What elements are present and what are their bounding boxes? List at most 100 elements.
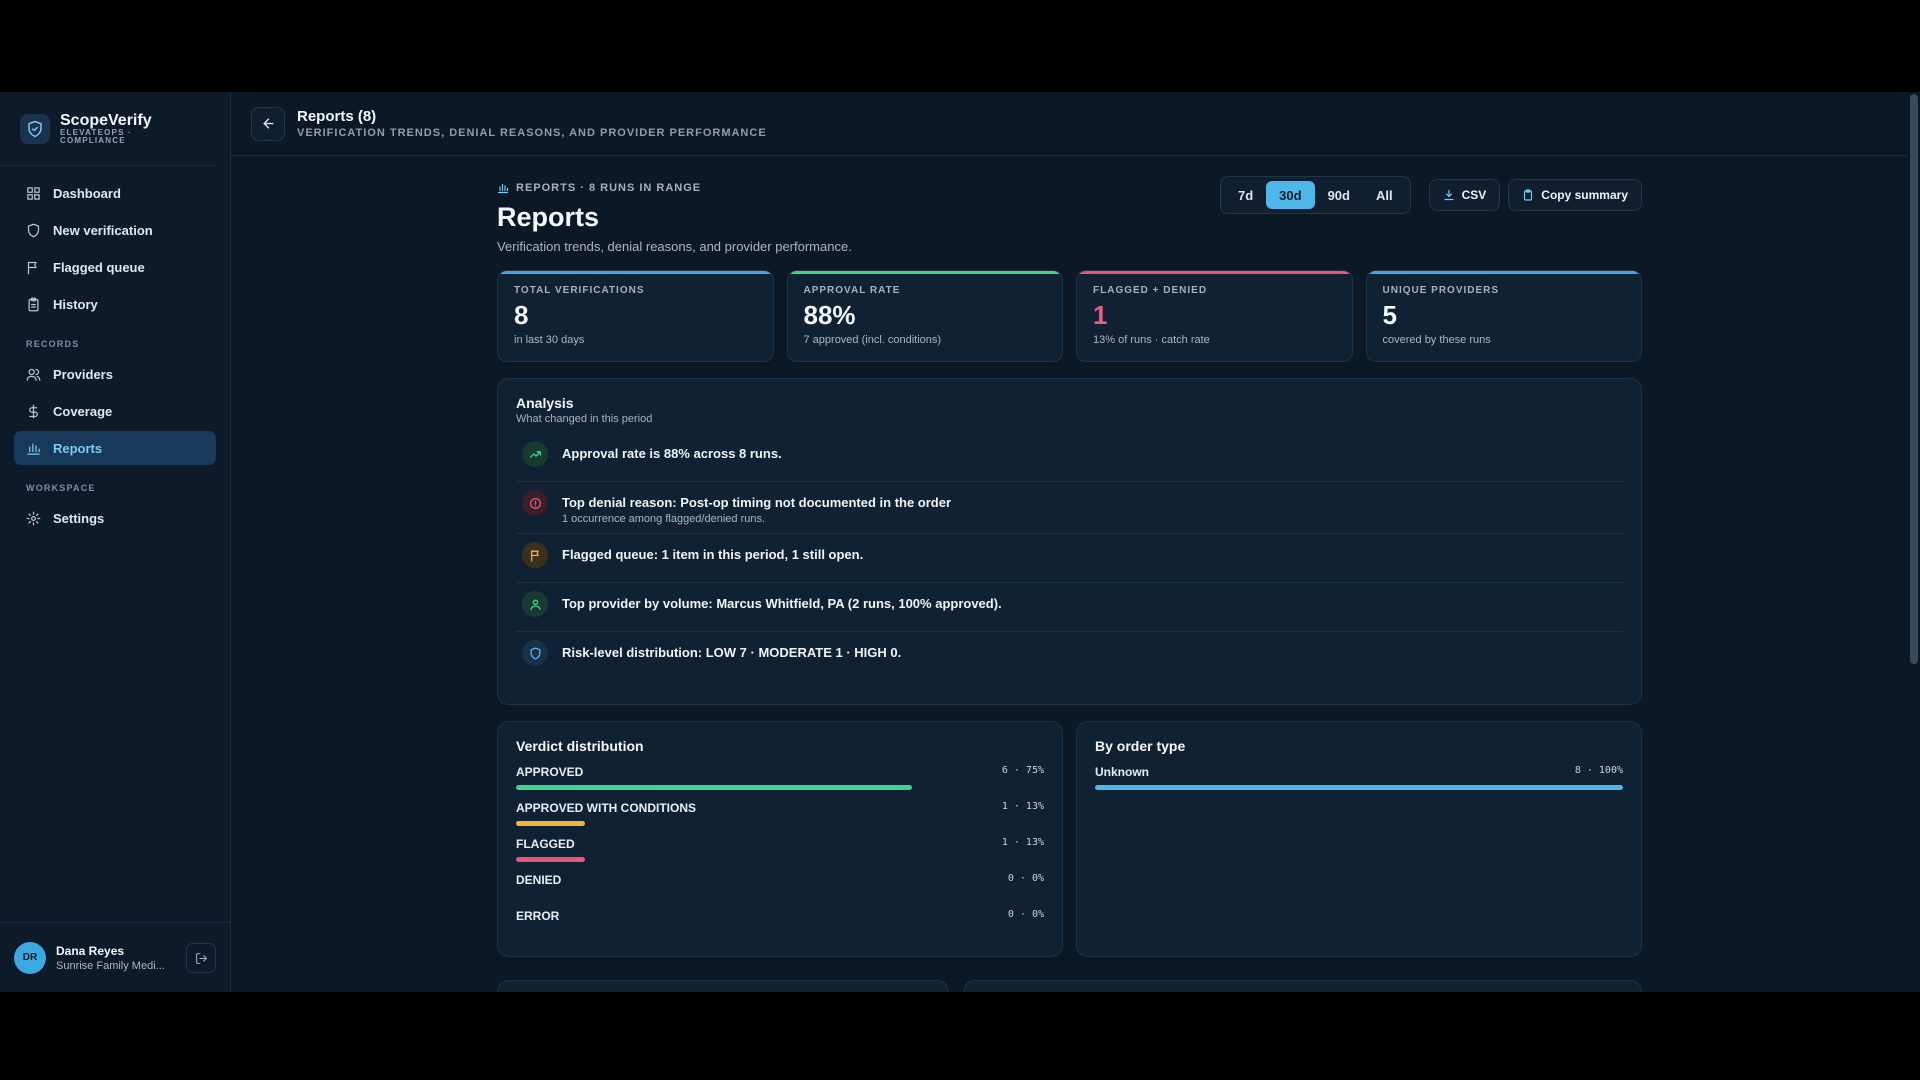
verdict-count: 0 · 0% [1007, 873, 1044, 884]
sidebar-nav: Dashboard New verification Flagged queue… [0, 166, 230, 535]
insight-text: Risk-level distribution: LOW 7 · MODERAT… [562, 645, 902, 660]
topbar: Reports (8) VERIFICATION TRENDS, DENIAL … [231, 92, 1920, 156]
report-controls: 7d 30d 90d All CSV Copy summary [1220, 176, 1642, 214]
order-type-title: By order type [1095, 738, 1186, 754]
kpi-accent-bar [1077, 271, 1352, 274]
verdict-distribution-title: Verdict distribution [516, 738, 644, 754]
sidebar-item-settings[interactable]: Settings [14, 501, 216, 535]
insight-text: Top denial reason: Post-op timing not do… [562, 495, 952, 510]
order-type-bar-track [1095, 785, 1623, 790]
insight-top-denial-reason: Top denial reason: Post-op timing not do… [516, 482, 1623, 534]
sidebar-item-label: History [53, 296, 98, 312]
kpi-label: FLAGGED + DENIED [1093, 285, 1208, 296]
next-card-right [963, 980, 1642, 992]
verdict-bar-track [516, 929, 1044, 934]
kpi-card-total-verifications: TOTAL VERIFICATIONS 8 in last 30 days [497, 270, 774, 362]
sidebar: ScopeVerify ELEVATEOPS · COMPLIANCE Dash… [0, 92, 231, 992]
kpi-card-unique-providers: UNIQUE PROVIDERS 5 covered by these runs [1365, 270, 1642, 362]
flag-icon [522, 542, 548, 568]
verdict-row-approved: APPROVED 6 · 75% [516, 765, 1044, 790]
csv-button[interactable]: CSV [1428, 179, 1501, 211]
download-icon [1444, 189, 1454, 201]
order-type-count: 8 · 100% [1574, 765, 1623, 776]
sidebar-item-providers[interactable]: Providers [14, 357, 216, 391]
kpi-label: TOTAL VERIFICATIONS [514, 285, 645, 296]
user-profile[interactable]: DR Dana Reyes Sunrise Family Medi... [0, 922, 230, 992]
verdict-count: 1 · 13% [1001, 837, 1044, 848]
reports-content: REPORTS · 8 RUNS IN RANGE Reports Verifi… [497, 176, 1642, 957]
dollar-icon [29, 404, 38, 418]
shield-icon [27, 223, 40, 237]
sidebar-item-reports[interactable]: Reports [14, 431, 216, 465]
shield-logo-icon [20, 113, 50, 144]
copy-summary-button[interactable]: Copy summary [1508, 179, 1642, 211]
insight-text: Top provider by volume: Marcus Whitfield… [562, 596, 1002, 611]
order-type-row-unknown: Unknown 8 · 100% [1095, 765, 1623, 790]
grid-icon [27, 186, 40, 200]
user-organization: Sunrise Family Medi... [56, 959, 165, 972]
logout-button[interactable] [186, 943, 216, 973]
trending-up-icon [522, 441, 548, 467]
insight-subtext: 1 occurrence among flagged/denied runs. [562, 513, 766, 525]
range-selector: 7d 30d 90d All [1220, 176, 1411, 214]
page-description: Verification trends, denial reasons, and… [497, 239, 852, 254]
range-90d-button[interactable]: 90d [1315, 181, 1363, 209]
avatar: DR [14, 941, 46, 974]
brand[interactable]: ScopeVerify ELEVATEOPS · COMPLIANCE [0, 92, 216, 166]
sidebar-item-coverage[interactable]: Coverage [14, 394, 216, 428]
section-label-records: RECORDS [26, 339, 80, 349]
verdict-bar-track [516, 857, 1044, 862]
arrow-left-icon [262, 118, 274, 129]
verdict-rows: APPROVED 6 · 75% APPROVED WITH CONDITIONS… [516, 765, 1044, 934]
insight-flagged-queue: Flagged queue: 1 item in this period, 1 … [516, 534, 1623, 583]
sidebar-item-flagged-queue[interactable]: Flagged queue [14, 250, 216, 284]
kpi-card-flagged-denied: FLAGGED + DENIED 1 13% of runs · catch r… [1076, 270, 1353, 362]
kpi-label: APPROVAL RATE [803, 285, 901, 296]
distribution-row: Verdict distribution APPROVED 6 · 75% APP… [497, 721, 1642, 957]
verdict-label: ERROR [516, 909, 560, 923]
analysis-subtitle: What changed in this period [516, 413, 653, 425]
kpi-value: 5 [1382, 300, 1397, 330]
verdict-bar-track [516, 821, 1044, 826]
flag-icon [27, 261, 37, 274]
brand-name: ScopeVerify [60, 112, 152, 129]
next-card-left [497, 980, 949, 992]
sidebar-item-label: New verification [53, 222, 153, 238]
back-button[interactable] [251, 106, 285, 141]
verdict-bar-track [516, 785, 1044, 790]
insight-approval-rate: Approval rate is 88% across 8 runs. [516, 433, 1623, 482]
insight-text: Approval rate is 88% across 8 runs. [562, 446, 782, 461]
kpi-value: 88% [803, 300, 856, 330]
analysis-card: Analysis What changed in this period App… [497, 378, 1642, 705]
user-name: Dana Reyes [56, 943, 125, 958]
sidebar-item-history[interactable]: History [14, 287, 216, 321]
range-30d-button[interactable]: 30d [1266, 181, 1315, 209]
verdict-row-approved-with-conditions: APPROVED WITH CONDITIONS 1 · 13% [516, 801, 1044, 826]
alert-circle-icon [522, 490, 548, 516]
kpi-accent-bar [787, 271, 1062, 274]
kpi-value: 1 [1093, 300, 1108, 330]
insight-text: Flagged queue: 1 item in this period, 1 … [562, 547, 864, 562]
sidebar-item-dashboard[interactable]: Dashboard [14, 176, 216, 210]
csv-label: CSV [1461, 188, 1487, 202]
sidebar-item-label: Providers [53, 366, 113, 382]
verdict-row-flagged: FLAGGED 1 · 13% [516, 837, 1044, 862]
verdict-bar-fill [516, 785, 912, 790]
range-all-button[interactable]: All [1363, 181, 1406, 209]
verdict-label: FLAGGED [516, 837, 575, 851]
bar-chart-icon [27, 443, 40, 455]
sidebar-item-label: Reports [53, 440, 103, 456]
order-type-card: By order type Unknown 8 · 100% [1076, 721, 1642, 957]
kpi-row: TOTAL VERIFICATIONS 8 in last 30 days AP… [497, 270, 1642, 362]
clipboard-icon [28, 297, 39, 311]
verdict-count: 0 · 0% [1007, 909, 1044, 920]
kpi-label: UNIQUE PROVIDERS [1382, 285, 1500, 296]
bar-chart-icon [497, 183, 509, 194]
scrollbar[interactable] [1908, 92, 1920, 992]
sidebar-item-label: Coverage [53, 403, 113, 419]
scrollbar-thumb[interactable] [1910, 94, 1918, 664]
range-7d-button[interactable]: 7d [1225, 181, 1266, 209]
sidebar-item-new-verification[interactable]: New verification [14, 213, 216, 247]
verdict-row-error: ERROR 0 · 0% [516, 909, 1044, 934]
brand-subtitle: ELEVATEOPS · COMPLIANCE [60, 128, 132, 145]
